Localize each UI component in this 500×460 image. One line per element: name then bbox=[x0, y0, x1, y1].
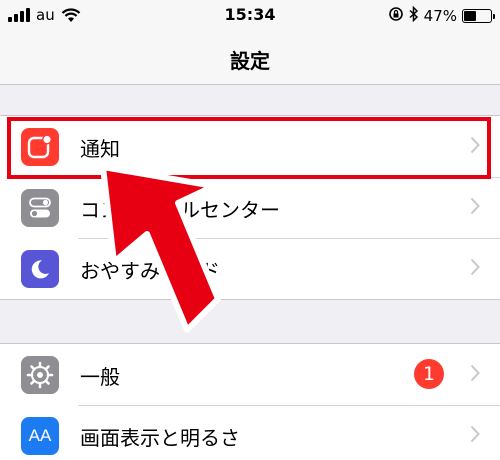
text-size-icon: AA bbox=[21, 417, 59, 455]
chevron-right-icon bbox=[470, 425, 480, 443]
status-bar: au 15:34 47% bbox=[0, 0, 500, 30]
page-title: 設定 bbox=[230, 49, 270, 73]
gear-icon bbox=[21, 356, 59, 394]
settings-row-general[interactable]: 一般 1 bbox=[0, 344, 500, 405]
control-center-icon bbox=[21, 189, 59, 227]
notification-badge: 1 bbox=[414, 359, 444, 389]
moon-icon bbox=[21, 250, 59, 288]
chevron-right-icon bbox=[470, 258, 480, 276]
settings-group-2: 一般 1 AA 画面表示と明るさ bbox=[0, 343, 500, 460]
chevron-right-icon bbox=[470, 364, 480, 382]
row-label: 画面表示と明るさ bbox=[80, 426, 240, 450]
orientation-lock-icon bbox=[388, 6, 404, 26]
battery-percent: 47% bbox=[423, 7, 457, 25]
row-label: 一般 bbox=[80, 365, 120, 389]
row-label: コントロールセンター bbox=[80, 198, 280, 222]
settings-row-do-not-disturb[interactable]: おやすみモード bbox=[0, 238, 500, 299]
battery-icon bbox=[462, 9, 495, 23]
settings-row-display-brightness[interactable]: AA 画面表示と明るさ bbox=[0, 405, 500, 460]
status-right: 47% bbox=[388, 5, 495, 26]
bluetooth-icon bbox=[409, 5, 419, 26]
battery-tip bbox=[493, 14, 495, 19]
navigation-bar: 設定 bbox=[0, 30, 500, 85]
row-label: おやすみモード bbox=[80, 259, 220, 283]
battery-fill bbox=[464, 11, 476, 21]
highlight-box bbox=[7, 117, 491, 179]
chevron-right-icon bbox=[470, 197, 480, 215]
settings-row-control-center[interactable]: コントロールセンター bbox=[0, 177, 500, 238]
